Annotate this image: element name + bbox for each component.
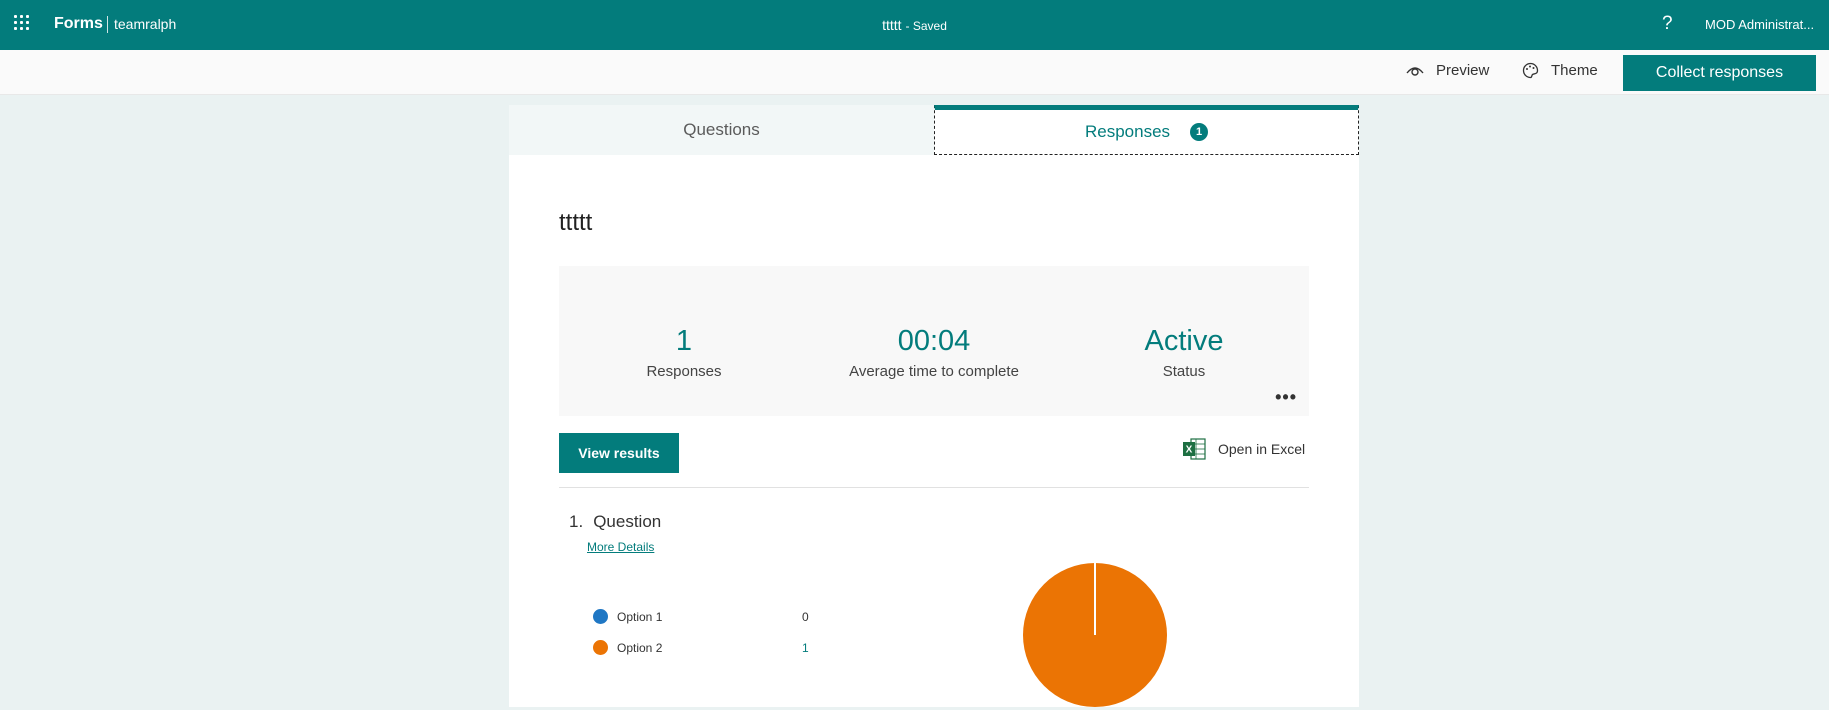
more-options-icon[interactable]: ••• [1275,387,1297,408]
question-title: 1. Question [569,512,661,532]
palette-icon [1522,62,1539,79]
stat-value: Active [1144,325,1224,357]
stat-status: Active Status [1059,325,1309,381]
stat-value: 1 [675,325,693,357]
top-bar: Forms teamralph ttttt - Saved ? MOD Admin… [0,0,1829,50]
help-icon[interactable]: ? [1662,13,1673,35]
user-name[interactable]: MOD Administrat... [1705,17,1814,32]
theme-button[interactable]: Theme [1522,62,1598,79]
theme-label: Theme [1551,62,1598,79]
legend-label: Option 1 [617,610,663,624]
tab-questions-label: Questions [683,120,760,139]
tab-responses-label: Responses [1084,122,1171,141]
responses-count-badge: 1 [1190,123,1209,141]
legend-count: 1 [802,641,809,655]
document-title: ttttt - Saved [0,17,1829,33]
legend-item-option-2: Option 2 1 [593,638,809,669]
collect-responses-button[interactable]: Collect responses [1623,55,1816,91]
stat-average-time: 00:04 Average time to complete [809,325,1059,381]
question-text: Question [593,512,662,531]
pie-chart [1023,563,1167,707]
eye-icon [1406,66,1424,76]
command-bar: Preview Theme [0,50,1829,95]
legend-count: 0 [802,610,809,624]
legend-item-option-1: Option 1 0 [593,607,809,638]
more-details-link[interactable]: More Details [587,540,654,554]
preview-label: Preview [1436,62,1490,79]
stat-responses: 1 Responses [559,325,809,381]
legend-dot [593,640,608,655]
question-number: 1. [569,512,584,531]
tab-responses[interactable]: Responses 1 [934,105,1359,155]
form-name: ttttt [882,17,902,33]
stat-value: 00:04 [897,325,971,357]
view-results-button[interactable]: View results [559,433,679,473]
svg-text:X: X [1186,445,1193,456]
responses-card: ttttt 1 Responses 00:04 Average time to … [509,155,1359,707]
chart-legend: Option 1 0 Option 2 1 [593,607,809,669]
stat-label: Status [1162,363,1206,380]
open-in-excel-button[interactable]: X Open in Excel [1182,437,1305,461]
section-divider [559,487,1309,488]
preview-button[interactable]: Preview [1406,62,1489,79]
tab-bar: Questions Responses 1 [509,105,1359,155]
response-summary: 1 Responses 00:04 Average time to comple… [559,266,1309,416]
tab-questions[interactable]: Questions [509,105,934,155]
legend-dot [593,609,608,624]
save-status: - Saved [905,19,947,33]
open-in-excel-label: Open in Excel [1218,441,1306,457]
legend-label: Option 2 [617,641,663,655]
form-title: ttttt [559,209,593,236]
stat-label: Responses [646,363,722,380]
stat-label: Average time to complete [849,363,1019,380]
excel-icon: X [1183,438,1206,460]
